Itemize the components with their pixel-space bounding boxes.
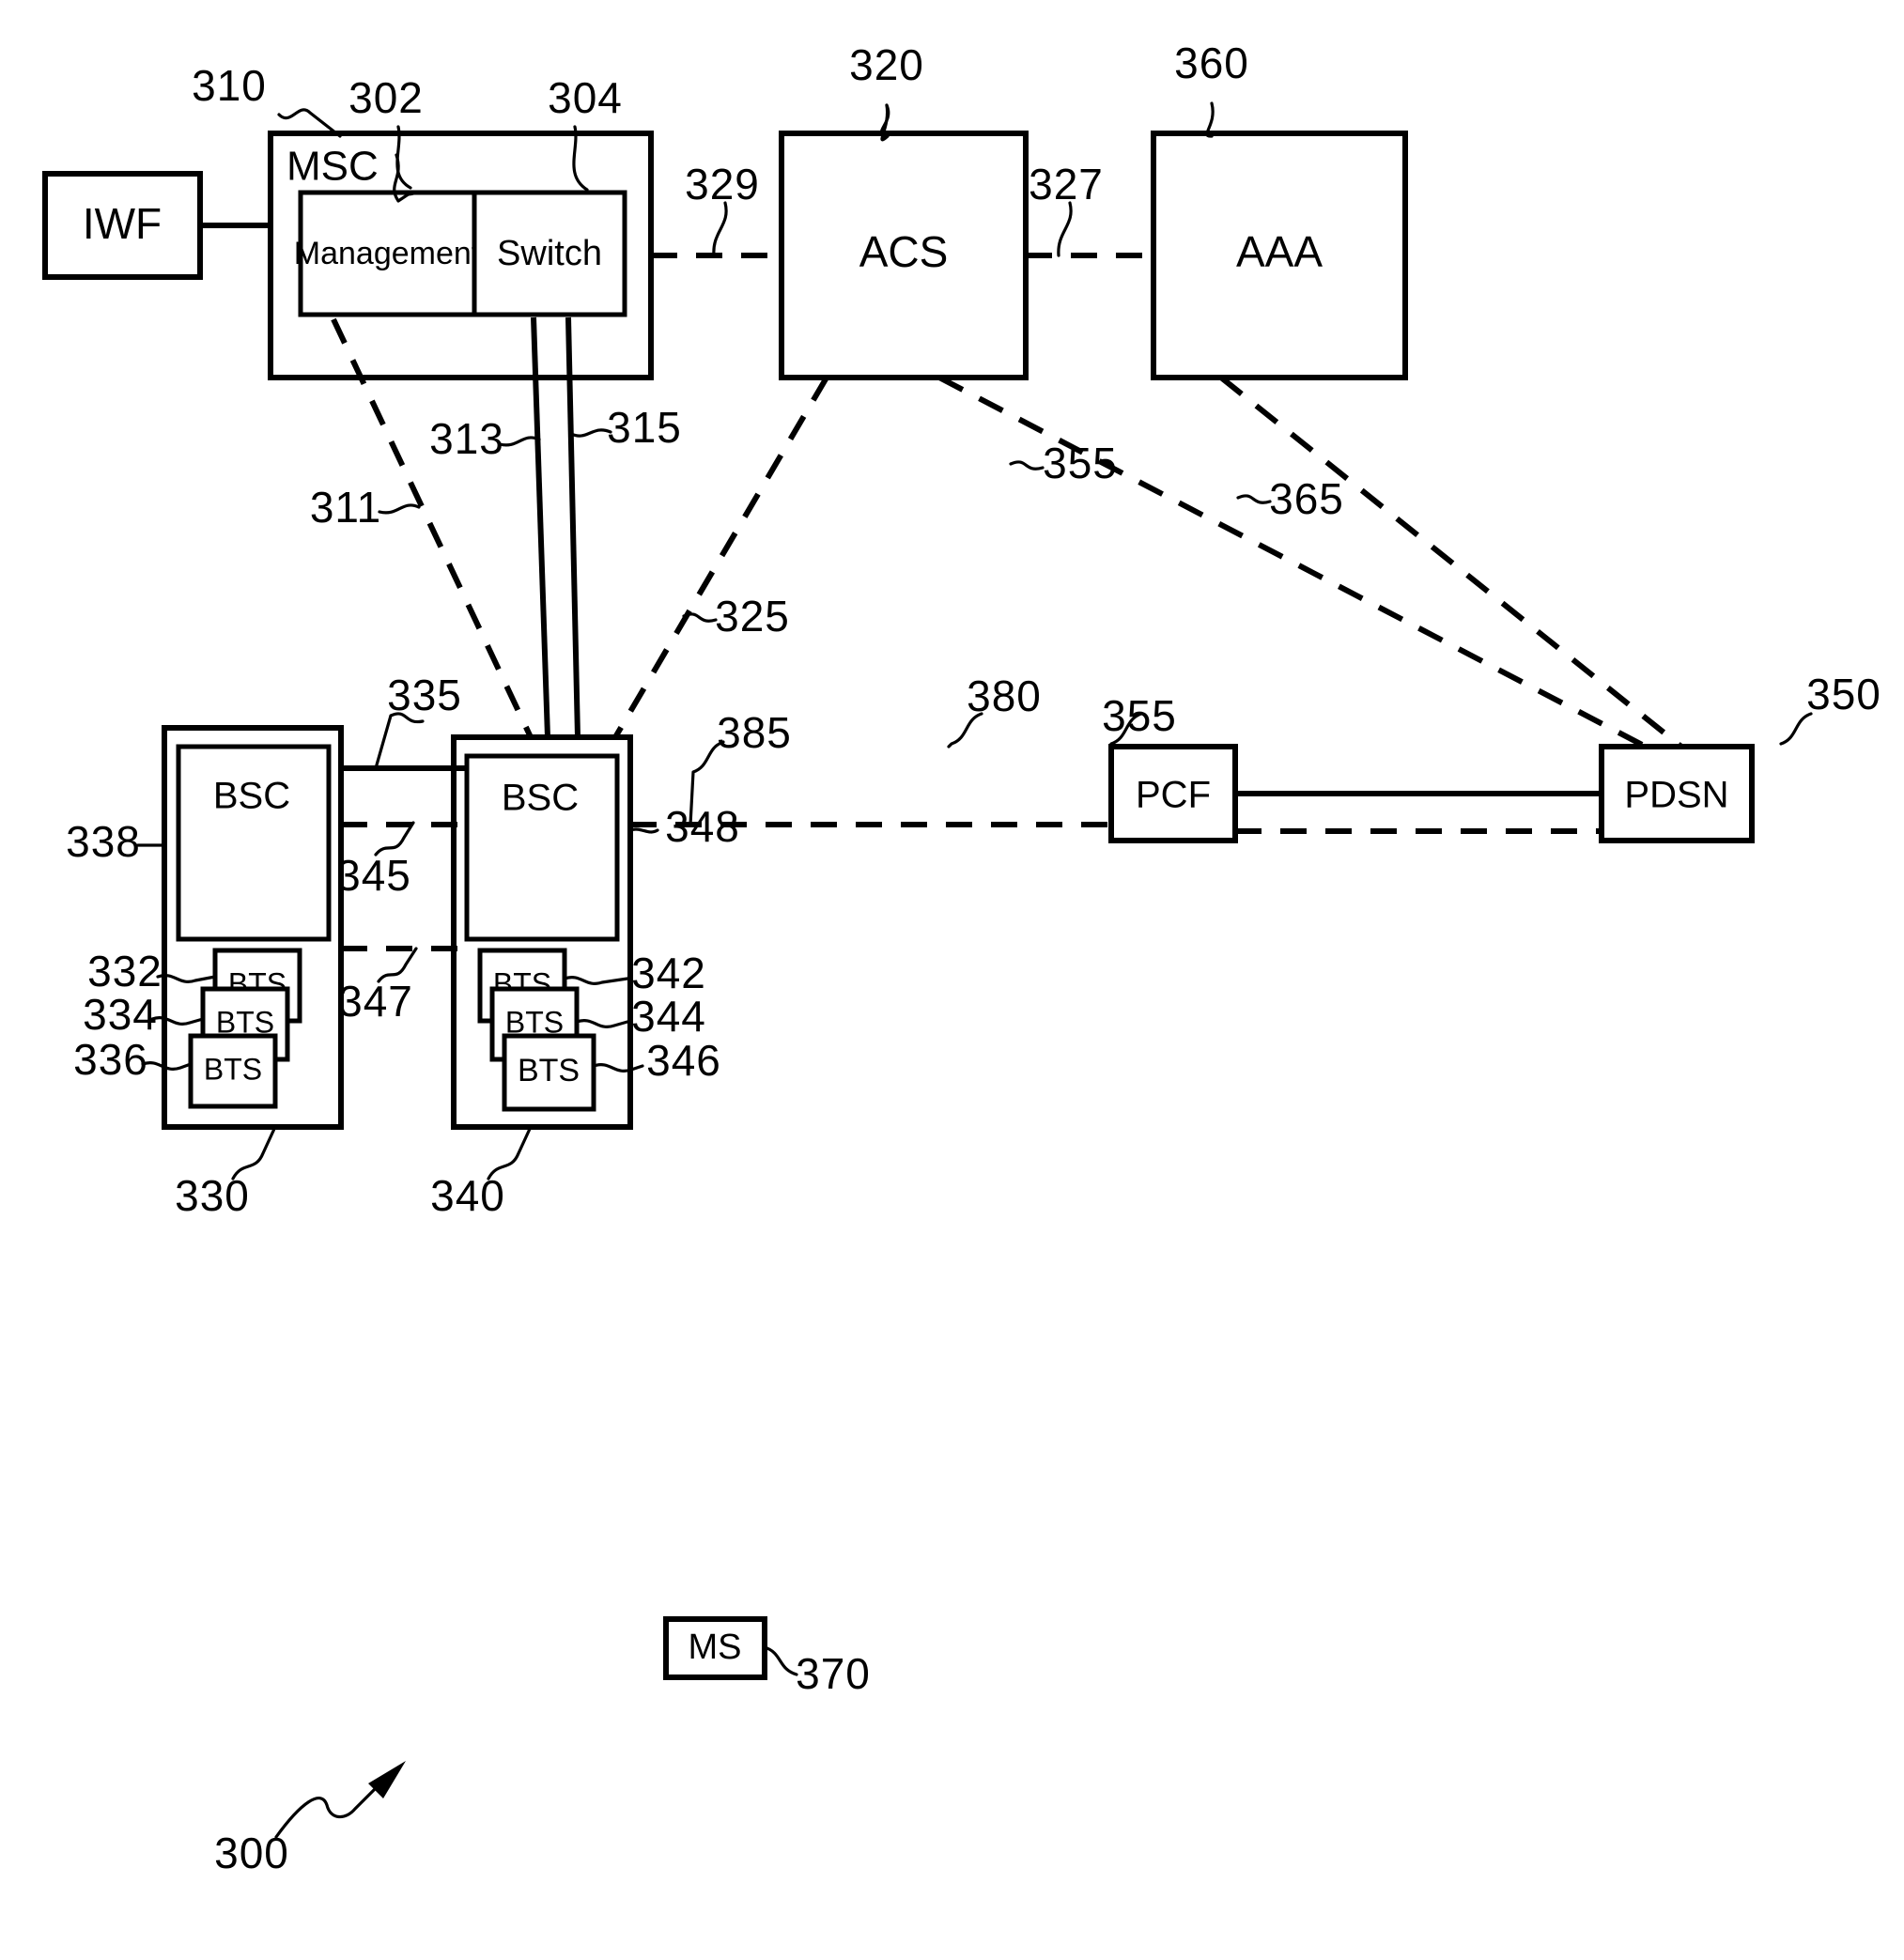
node-bts-right-3: BTS — [502, 1033, 596, 1112]
leader-335 — [374, 712, 425, 770]
ref-344: 344 — [631, 992, 706, 1041]
aaa-label: AAA — [1236, 227, 1323, 276]
msc-label: MSC — [286, 144, 379, 190]
ref-347: 347 — [338, 977, 413, 1026]
ref-338: 338 — [66, 817, 141, 866]
ref-310: 310 — [192, 61, 267, 110]
pdsn-label: PDSN — [1624, 775, 1728, 816]
leader-348 — [628, 827, 659, 834]
ref-336: 336 — [73, 1035, 148, 1084]
ref-327: 327 — [1029, 160, 1104, 208]
ref-350: 350 — [1806, 670, 1881, 718]
ref-342: 342 — [631, 949, 706, 997]
link-313-switch-bsc — [531, 316, 550, 738]
ref-370: 370 — [796, 1649, 871, 1698]
iwf-label: IWF — [83, 199, 162, 248]
bsc-right-label: BSC — [502, 778, 579, 819]
ref-329: 329 — [685, 160, 760, 208]
switch-label: Switch — [497, 234, 602, 273]
node-bsc-right: BSC — [464, 753, 620, 942]
ref-304: 304 — [548, 73, 623, 122]
leader-365 — [1236, 494, 1272, 504]
leader-315 — [569, 428, 612, 438]
leader-300-arrow-head — [368, 1761, 406, 1798]
ref-348: 348 — [665, 802, 740, 851]
node-ms: MS — [663, 1616, 767, 1680]
node-acs: ACS — [779, 131, 1029, 380]
ref-334: 334 — [83, 990, 158, 1039]
management-label: Management — [294, 236, 481, 271]
ref-360: 360 — [1174, 39, 1249, 87]
link-315-switch-bsc — [565, 316, 580, 738]
pcf-label: PCF — [1136, 775, 1211, 816]
node-iwf: IWF — [42, 171, 203, 280]
ref-340: 340 — [430, 1171, 505, 1220]
ms-label: MS — [689, 1628, 742, 1667]
leader-370 — [763, 1645, 798, 1676]
ref-332: 332 — [87, 947, 163, 995]
leader-313 — [498, 436, 541, 447]
ref-385: 385 — [717, 708, 792, 757]
node-switch: Switch — [472, 190, 627, 317]
ref-313: 313 — [429, 414, 504, 463]
bts-right-3-label: BTS — [518, 1053, 580, 1088]
node-pdsn: PDSN — [1599, 744, 1755, 843]
node-management: Management — [294, 190, 481, 317]
ref-380: 380 — [967, 671, 1042, 720]
ref-300: 300 — [214, 1829, 289, 1877]
node-aaa: AAA — [1151, 131, 1408, 380]
ref-325: 325 — [715, 592, 790, 640]
ref-335: 335 — [387, 671, 462, 719]
link-365-aaa-pdsn — [1219, 375, 1683, 749]
bts-left-3-label: BTS — [204, 1052, 262, 1086]
ref-302: 302 — [348, 73, 424, 122]
leader-345 — [374, 821, 415, 857]
ref-365: 365 — [1269, 474, 1344, 523]
patent-figure-canvas: IWF MSC Management Switch ACS AAA BSC BT… — [0, 0, 1904, 1960]
leader-327 — [1057, 201, 1073, 257]
diagram-svg: IWF MSC Management Switch ACS AAA BSC BT… — [42, 39, 1881, 1877]
bsc-left-label: BSC — [213, 776, 290, 817]
node-bsc-left: BSC — [176, 744, 332, 942]
leader-355a — [1009, 460, 1045, 471]
ref-320: 320 — [849, 40, 924, 89]
leader-329 — [712, 201, 728, 257]
ref-355b: 355 — [1102, 691, 1177, 740]
ref-330: 330 — [175, 1171, 250, 1220]
ref-315: 315 — [607, 403, 682, 452]
ref-346: 346 — [646, 1036, 721, 1085]
leader-311 — [378, 503, 421, 515]
acs-label: ACS — [859, 227, 949, 276]
node-bts-left-3: BTS — [188, 1033, 278, 1109]
ref-345: 345 — [336, 851, 411, 900]
ref-311: 311 — [310, 483, 381, 532]
node-pcf: PCF — [1108, 744, 1238, 843]
ref-355a: 355 — [1043, 439, 1118, 487]
